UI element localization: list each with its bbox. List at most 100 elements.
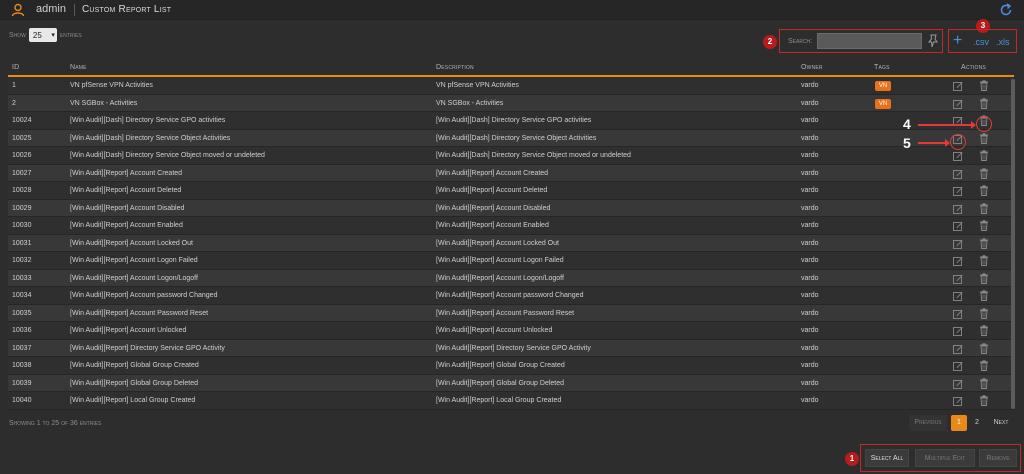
trash-icon[interactable] [979,220,989,231]
cell-name: [Win Audit][Dash] Directory Service GPO … [70,117,226,124]
table-row[interactable]: 10040 [Win Audit][Report] Local Group Cre… [8,392,1014,410]
edit-icon[interactable] [953,99,963,109]
edit-icon[interactable] [953,256,963,266]
edit-icon[interactable] [953,291,963,301]
cell-owner: vardo [801,362,819,369]
select-all-button[interactable]: Select All [865,449,909,467]
table-row[interactable]: 10025 [Win Audit][Dash] Directory Service… [8,129,1014,147]
edit-icon[interactable] [953,151,963,161]
edit-icon[interactable] [953,274,963,284]
edit-icon[interactable] [953,379,963,389]
table-row[interactable]: 10033 [Win Audit][Report] Account Logon/L… [8,269,1014,287]
cell-description: VN pfSense VPN Activities [436,82,519,89]
cell-name: [Win Audit][Report] Account password Cha… [70,292,218,299]
column-header-id[interactable]: ID [12,64,19,71]
export-csv-button[interactable]: .csv [973,37,989,47]
trash-icon[interactable] [979,150,989,161]
column-header-owner[interactable]: Owner [801,64,823,71]
multiple-edit-button[interactable]: Multiple Edit [915,449,975,467]
cell-description: [Win Audit][Report] Directory Service GP… [436,344,591,352]
chevron-down-icon: ▾ [51,32,55,39]
export-xls-button[interactable]: .xls [996,37,1010,47]
cell-name: [Win Audit][Report] Account Enabled [70,222,183,229]
trash-icon[interactable] [979,185,989,196]
trash-icon[interactable] [979,377,989,389]
trash-icon[interactable] [979,272,989,284]
edit-icon[interactable] [953,186,963,196]
cell-owner: vardo [801,169,819,177]
edit-icon[interactable] [953,81,963,91]
page-length-select[interactable]: 25 ▾ [28,28,57,42]
trash-icon[interactable] [979,255,989,266]
remove-button[interactable]: Remove [979,449,1017,467]
user-name[interactable]: admin [36,3,66,15]
trash-icon[interactable] [979,237,989,249]
cell-description: [Win Audit][Report] Account Unlocked [436,327,553,334]
trash-icon[interactable] [979,97,989,109]
edit-icon[interactable] [953,239,963,249]
table-row[interactable]: 10030 [Win Audit][Report] Account Enabled… [8,217,1014,235]
callout-arrow-5 [918,139,950,147]
trash-icon[interactable] [979,307,989,319]
cell-id: 10040 [12,397,32,404]
table-row[interactable]: 1 VN pfSense VPN Activities VN pfSense VPN… [8,77,1014,95]
trash-icon[interactable] [979,202,989,214]
trash-icon[interactable] [979,360,989,371]
trash-icon[interactable] [979,395,989,406]
header-divider [74,4,75,16]
table-row[interactable]: 10027 [Win Audit][Report] Account Created… [8,164,1014,182]
search-label: Search: [788,38,813,45]
cell-owner: vardo [801,99,819,107]
trash-icon[interactable] [979,167,989,179]
trash-icon[interactable] [979,325,989,336]
scrollbar-thumb[interactable] [1011,79,1015,409]
export-area: + .csv .xls [948,29,1017,53]
table-row[interactable]: 10034 [Win Audit][Report] Account passwor… [8,287,1014,305]
user-icon[interactable] [11,3,25,17]
edit-icon[interactable] [953,326,963,336]
edit-icon[interactable] [953,344,963,354]
table-row[interactable]: 10038 [Win Audit][Report] Global Group Cr… [8,357,1014,375]
column-header-tags[interactable]: Tags [874,64,890,71]
trash-icon[interactable] [979,342,989,354]
edit-icon[interactable] [953,169,963,179]
table-row[interactable]: 2 VN SGBox - Activities VN SGBox - Activit… [8,94,1014,112]
trash-icon[interactable] [979,132,989,144]
table-row[interactable]: 10037 [Win Audit][Report] Directory Servi… [8,339,1014,357]
column-header-description[interactable]: Description [436,64,474,71]
table-row[interactable]: 10028 [Win Audit][Report] Account Deleted… [8,182,1014,200]
edit-icon[interactable] [953,361,963,371]
add-report-button[interactable]: + [953,32,962,50]
trash-icon[interactable] [979,80,989,91]
table-scrollbar[interactable] [1011,79,1015,409]
table-row[interactable]: 10026 [Win Audit][Dash] Directory Service… [8,147,1014,165]
edit-icon[interactable] [953,221,963,231]
column-header-name[interactable]: Name [70,64,87,71]
tag-badge[interactable]: VN [875,81,891,91]
previous-page-button[interactable]: Previous [909,415,947,431]
refresh-icon[interactable] [999,3,1013,17]
table-row[interactable]: 10031 [Win Audit][Report] Account Locked … [8,234,1014,252]
pin-icon[interactable] [927,34,939,48]
page-1-button[interactable]: 1 [951,415,967,431]
edit-icon[interactable] [953,309,963,319]
cell-owner: vardo [801,379,819,387]
trash-icon[interactable] [979,290,989,301]
table-row[interactable]: 10029 [Win Audit][Report] Account Disable… [8,199,1014,217]
table-row[interactable]: 10032 [Win Audit][Report] Account Logon F… [8,252,1014,270]
page-2-button[interactable]: 2 [970,415,984,431]
edit-icon[interactable] [953,396,963,406]
table-row[interactable]: 10024 [Win Audit][Dash] Directory Service… [8,112,1014,130]
cell-id: 10028 [12,187,32,194]
table-row[interactable]: 10036 [Win Audit][Report] Account Unlocke… [8,322,1014,340]
edit-icon[interactable] [953,204,963,214]
table-row[interactable]: 10039 [Win Audit][Report] Global Group De… [8,374,1014,392]
table-body: 1 VN pfSense VPN Activities VN pfSense VPN… [8,77,1014,410]
cell-owner: vardo [801,82,819,89]
tag-badge[interactable]: VN [875,98,891,109]
search-input[interactable] [817,33,922,49]
cell-name: [Win Audit][Report] Account Locked Out [70,239,193,247]
cell-description: [Win Audit][Report] Global Group Created [436,362,565,369]
next-page-button[interactable]: Next [988,415,1014,431]
table-row[interactable]: 10035 [Win Audit][Report] Account Passwor… [8,304,1014,322]
